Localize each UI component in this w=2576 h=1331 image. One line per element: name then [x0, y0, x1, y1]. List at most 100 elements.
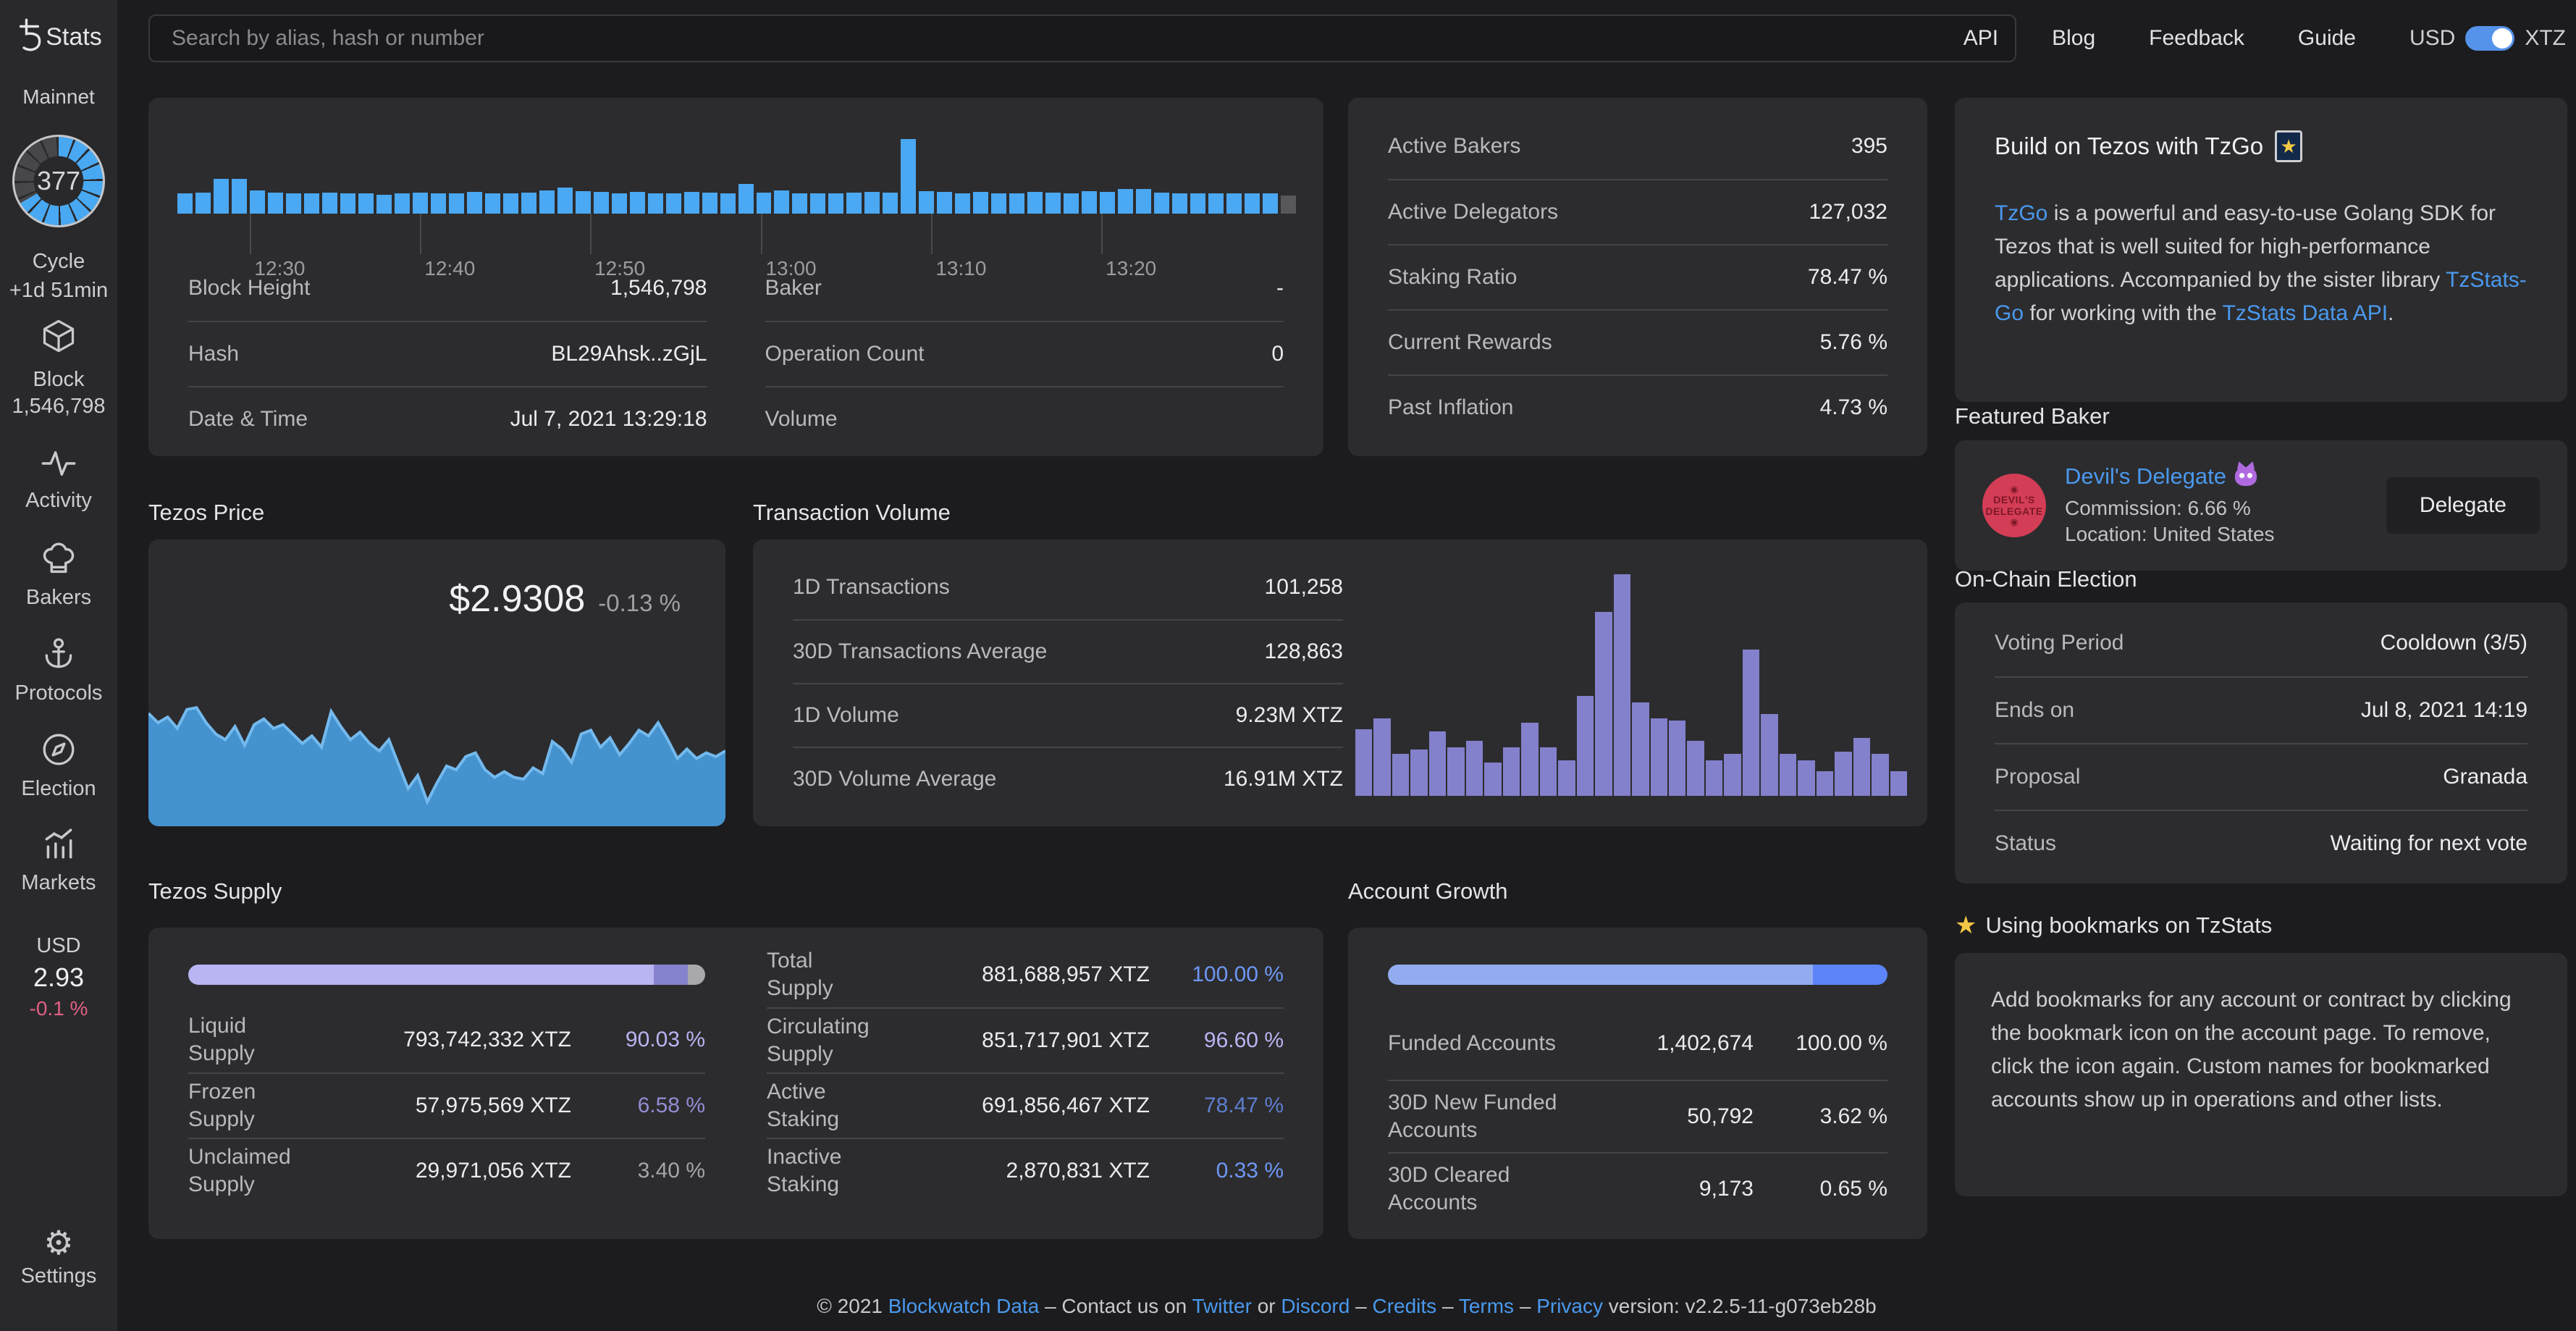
chart-bar	[394, 193, 410, 214]
supply-meter	[188, 965, 705, 985]
delegate-button[interactable]: Delegate	[2386, 477, 2540, 534]
bar-chart-icon	[40, 828, 77, 865]
stat-value: 16.91M XTZ	[1223, 767, 1343, 791]
inline-link[interactable]: TzStats Data API	[2223, 301, 2388, 325]
chart-bar	[756, 193, 772, 214]
sidebar-item-election[interactable]: Election	[0, 731, 117, 801]
blocks-bar-chart	[177, 130, 1297, 214]
chart-bar	[810, 193, 826, 214]
chart-bar	[1595, 612, 1612, 796]
baker-name-link[interactable]: Devil's Delegate	[2065, 463, 2226, 490]
inline-link[interactable]: Blockwatch Data	[888, 1295, 1040, 1317]
chart-bar	[231, 178, 247, 214]
nav-link-feedback[interactable]: Feedback	[2149, 26, 2244, 51]
chart-bar	[1521, 723, 1539, 796]
stat-label: Active Staking	[767, 1080, 840, 1131]
inline-link[interactable]: Credits	[1372, 1295, 1436, 1317]
chart-bar	[267, 193, 283, 214]
inline-link[interactable]: TzGo	[1995, 201, 2047, 225]
tzstats-dashboard: Stats Mainnet 377 Cycle +1d 51min Block …	[0, 0, 2576, 1331]
baker-location: Location: United States	[2065, 523, 2275, 545]
tezos-logo-icon	[15, 17, 44, 57]
chart-bar	[412, 193, 428, 214]
currency-toggle[interactable]	[2465, 26, 2515, 51]
price-readout: $2.9308 -0.13 %	[449, 577, 681, 621]
tick-line	[1101, 214, 1103, 254]
compass-icon	[40, 734, 77, 771]
stat-row: Frozen Supply 57,975,569 XTZ 6.58 %	[188, 1072, 705, 1138]
stat-value: 5.76 %	[1819, 330, 1887, 354]
price-panel: $2.9308 -0.13 %	[148, 539, 725, 826]
bookmarks-panel: Add bookmarks for any account or contrac…	[1955, 953, 2567, 1196]
nav-link-blog[interactable]: Blog	[2052, 26, 2095, 51]
stat-row: 30D Cleared Accounts 9,173 0.65 %	[1388, 1152, 1887, 1225]
chart-bar	[901, 138, 917, 214]
stat-pct: 90.03 %	[625, 1028, 705, 1051]
tzstats-logo[interactable]: Stats	[0, 17, 117, 57]
stat-value: 78.47 %	[1807, 265, 1887, 289]
inline-link[interactable]: Discord	[1281, 1295, 1350, 1317]
sidebar-item-markets[interactable]: Markets	[0, 826, 117, 895]
sidebar-item-settings[interactable]: ⚙ Settings	[0, 1225, 117, 1288]
stat-label: 1D Transactions	[793, 575, 950, 599]
stat-row: Liquid Supply 793,742,332 XTZ 90.03 %	[188, 1007, 705, 1072]
stat-value-link[interactable]: BL29Ahsk..zGjL	[551, 342, 707, 366]
sidebar-item-label: Settings	[20, 1264, 97, 1288]
section-title-growth: Account Growth	[1348, 878, 1508, 904]
cube-icon[interactable]	[0, 317, 117, 358]
inline-text: –	[1514, 1295, 1537, 1317]
chart-bar	[1136, 188, 1152, 214]
meter-segment	[653, 965, 688, 985]
chart-bar	[1724, 753, 1741, 796]
chart-bar	[1208, 193, 1224, 214]
stat-row: Past Inflation 4.73 %	[1388, 374, 1887, 440]
chart-bar	[195, 193, 211, 214]
baker-avatar[interactable]: ◉ DEVIL'S DELEGATE ◉	[1982, 474, 2046, 537]
sidebar-item-bakers[interactable]: Bakers	[0, 542, 117, 610]
stat-row: Funded Accounts 1,402,674 100.00 %	[1388, 1007, 1887, 1080]
stat-label: Date & Time	[188, 407, 308, 431]
nav-link-guide[interactable]: Guide	[2298, 26, 2356, 51]
supply-right-column: Total Supply 881,688,957 XTZ 100.00 % Circu…	[767, 942, 1284, 1203]
chart-bar	[1226, 193, 1242, 214]
tzgo-promo-title: Build on Tezos with TzGo ★	[1995, 130, 2527, 162]
currency-toggle-group: USD XTZ	[2409, 26, 2566, 51]
stat-label: Hash	[188, 342, 240, 366]
sidebar-item-protocols[interactable]: Protocols	[0, 636, 117, 705]
chart-bar	[466, 192, 482, 214]
chart-bar	[213, 178, 229, 214]
chart-bar	[1009, 193, 1025, 214]
stat-label: 30D Transactions Average	[793, 639, 1048, 663]
stat-value-link[interactable]: Cooldown (3/5)	[2381, 631, 2527, 655]
sidebar-item-activity[interactable]: Activity	[0, 448, 117, 513]
tick-line	[250, 214, 252, 254]
network-stats-rows: Active Bakers 395 Active Delegators 127,032…	[1388, 114, 1887, 440]
meter-segment	[1812, 965, 1887, 985]
inline-link[interactable]: Twitter	[1192, 1295, 1251, 1317]
search-input[interactable]	[148, 14, 2016, 62]
inline-link[interactable]: Privacy	[1536, 1295, 1603, 1317]
stat-label: Block Height	[188, 276, 311, 300]
chart-bar	[1705, 760, 1723, 796]
chart-bar	[376, 194, 392, 214]
bookmarks-body: Add bookmarks for any account or contrac…	[1991, 988, 2512, 1112]
stat-label: 30D Volume Average	[793, 767, 997, 791]
inline-link[interactable]: Terms	[1459, 1295, 1514, 1317]
stat-label: 1D Volume	[793, 703, 899, 727]
chart-bar	[629, 192, 645, 214]
stat-value: 29,971,056 XTZ	[415, 1159, 571, 1183]
chart-bar	[1502, 747, 1520, 796]
inline-text: – Contact us on	[1039, 1295, 1192, 1317]
avatar-text: DEVIL'S	[1993, 494, 2035, 505]
cycle-gauge[interactable]: 377	[12, 135, 105, 227]
stat-value: 57,975,569 XTZ	[415, 1093, 571, 1117]
stat-row: Active Staking 691,856,467 XTZ 78.47 %	[767, 1072, 1284, 1138]
section-title-price: Tezos Price	[148, 500, 265, 525]
growth-rows: Funded Accounts 1,402,674 100.00 % 30D New …	[1388, 1007, 1887, 1225]
featured-baker-panel: ◉ DEVIL'S DELEGATE ◉ Devil's Delegate Co…	[1955, 440, 2567, 571]
nav-link-api[interactable]: API	[1963, 26, 1998, 51]
sidebar-item-label: Activity	[25, 489, 92, 512]
stat-row: Proposal Granada	[1995, 743, 2527, 810]
meter-segment	[1388, 965, 1813, 985]
stat-row: Circulating Supply 851,717,901 XTZ 96.60 %	[767, 1007, 1284, 1072]
